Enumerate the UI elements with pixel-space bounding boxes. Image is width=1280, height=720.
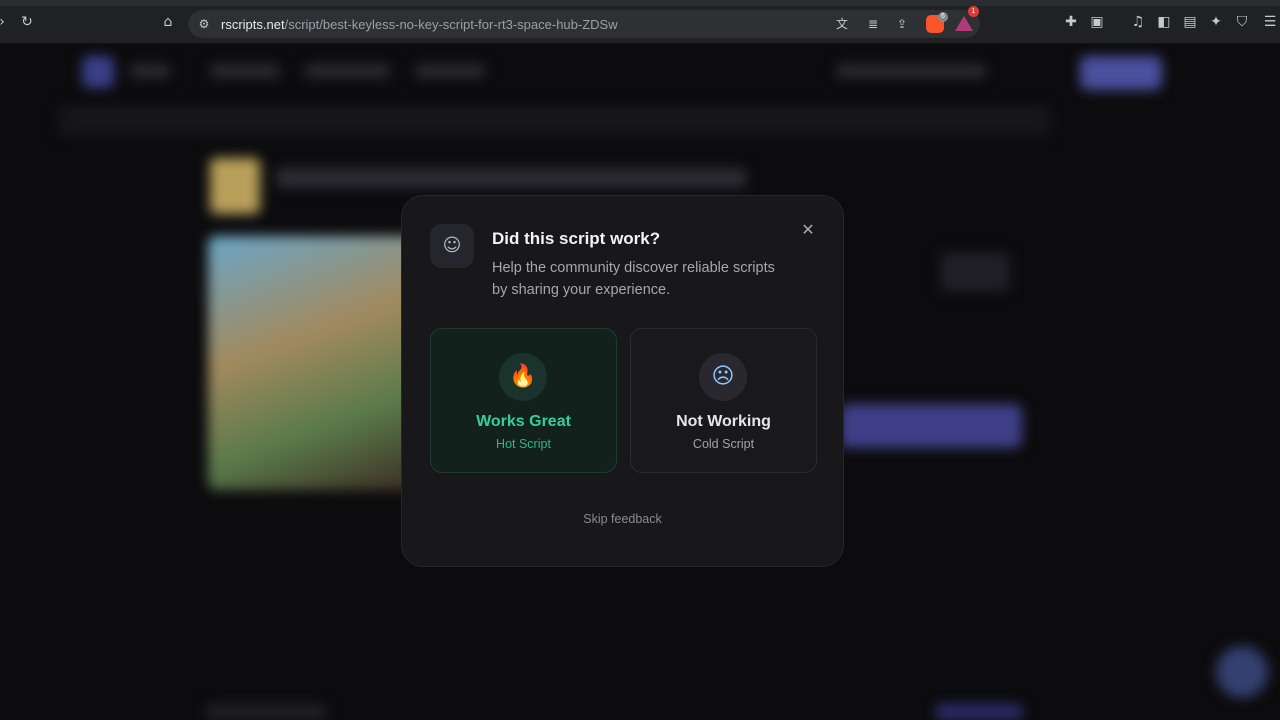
- floating-button-placeholder: [1216, 646, 1268, 698]
- url-path: /script/best-keyless-no-key-script-for-r…: [284, 17, 618, 32]
- menu-icon[interactable]: ☰: [1262, 14, 1278, 30]
- nav-placeholder: [210, 64, 280, 78]
- brave-shields-icon[interactable]: 6: [926, 12, 948, 33]
- search-placeholder: [836, 64, 986, 78]
- option-sublabel: Hot Script: [496, 437, 551, 451]
- browser-toolbar: › ↻ ⌂ ⚙ rscripts.net/script/best-keyless…: [0, 0, 1280, 44]
- address-bar[interactable]: ⚙ rscripts.net/script/best-keyless-no-ke…: [188, 6, 980, 38]
- url-host: rscripts.net: [221, 17, 285, 32]
- reader-mode-icon[interactable]: ≣: [865, 16, 881, 32]
- banner-placeholder: [60, 106, 1050, 136]
- wallet-icon[interactable]: ▤: [1182, 14, 1198, 30]
- ghost-icon: ☺: [430, 224, 474, 268]
- cta-placeholder: [840, 404, 1022, 448]
- sidebar-icon[interactable]: ◧: [1156, 14, 1172, 30]
- tab-strip: [0, 0, 1280, 6]
- url-text[interactable]: rscripts.net/script/best-keyless-no-key-…: [221, 17, 618, 32]
- nav-placeholder: [415, 64, 485, 78]
- screenshot-icon[interactable]: ▣: [1089, 14, 1105, 30]
- page-backdrop: ☺ Did this script work? Help the communi…: [0, 44, 1280, 720]
- script-image: [208, 236, 428, 490]
- close-icon[interactable]: ✕: [798, 220, 818, 240]
- side-placeholder: [940, 252, 1010, 292]
- option-label: Works Great: [476, 413, 571, 430]
- extensions-icon[interactable]: ✚: [1063, 14, 1079, 30]
- freezing-face-icon: ☹: [699, 353, 747, 401]
- tune-icon[interactable]: ⚙: [196, 16, 212, 32]
- leo-icon[interactable]: ✦: [1208, 14, 1224, 30]
- reload-icon[interactable]: ↻: [19, 14, 35, 30]
- nav-placeholder: [305, 64, 390, 78]
- option-label: Not Working: [676, 413, 771, 430]
- skip-feedback-link[interactable]: Skip feedback: [402, 512, 843, 526]
- works-great-button[interactable]: 🔥 Works Great Hot Script: [430, 328, 617, 473]
- footer-placeholder: [206, 704, 326, 720]
- site-logo: [82, 56, 114, 88]
- flame-icon: 🔥: [499, 353, 547, 401]
- footer-button-placeholder: [936, 704, 1022, 720]
- brave-rewards-icon[interactable]: 1: [955, 6, 979, 31]
- vpn-icon[interactable]: ⛉: [1234, 14, 1250, 30]
- translate-icon[interactable]: 文: [834, 16, 850, 32]
- media-icon[interactable]: ♫: [1130, 14, 1146, 30]
- not-working-button[interactable]: ☹ Not Working Cold Script: [630, 328, 817, 473]
- header-button-placeholder: [1080, 56, 1162, 90]
- share-icon[interactable]: ⇪: [894, 16, 910, 32]
- nav-placeholder: [130, 64, 170, 78]
- modal-title: Did this script work?: [492, 229, 661, 248]
- back-arrow-icon[interactable]: ›: [0, 14, 10, 30]
- modal-subtitle: Help the community discover reliable scr…: [492, 260, 775, 298]
- bookmark-icon[interactable]: ⌂: [160, 14, 176, 30]
- option-sublabel: Cold Script: [692, 437, 755, 451]
- rewards-count-badge: 1: [968, 6, 979, 17]
- script-title-placeholder: [276, 168, 746, 188]
- feedback-modal: ☺ Did this script work? Help the communi…: [401, 195, 844, 567]
- script-thumbnail: [210, 158, 260, 214]
- shields-count-badge: 6: [938, 12, 948, 22]
